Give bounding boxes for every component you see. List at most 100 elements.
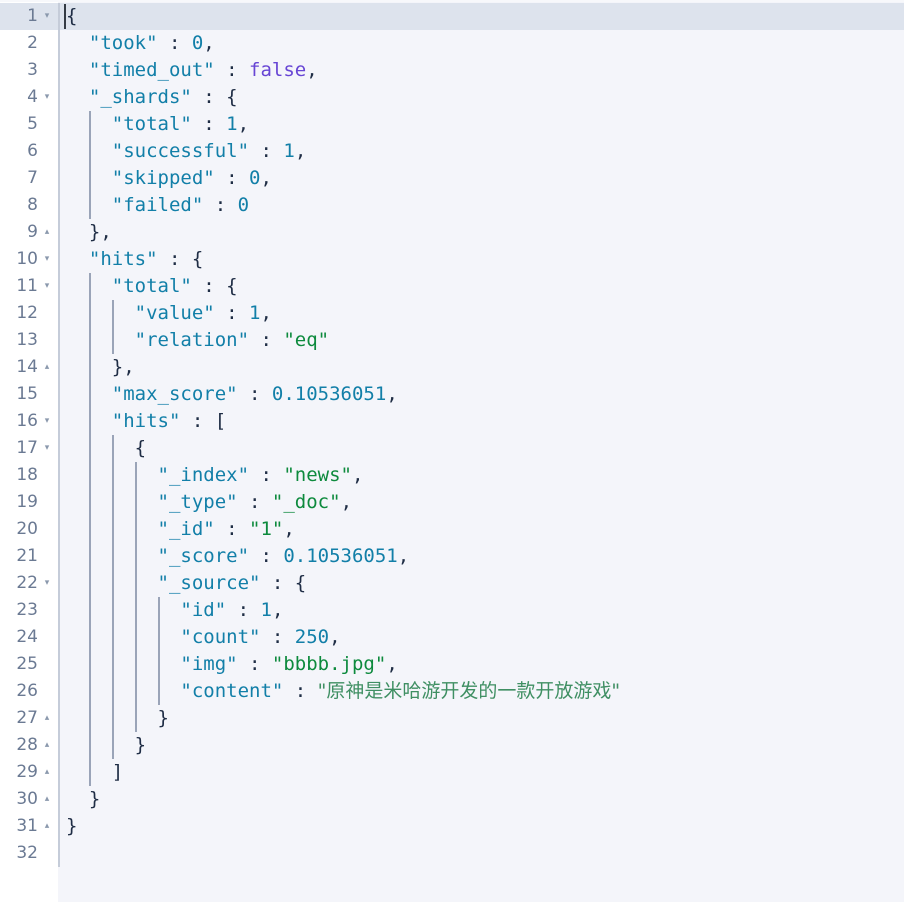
line-gutter: 32 bbox=[0, 840, 58, 867]
code-line[interactable]: 31 ▴} bbox=[0, 813, 904, 840]
fold-collapse-icon[interactable]: ▾ bbox=[40, 408, 54, 435]
line-text: }, bbox=[112, 354, 135, 381]
line-number: 17 bbox=[16, 438, 38, 458]
code-line[interactable]: 5 "total" : 1, bbox=[0, 111, 904, 138]
indent-guide bbox=[157, 651, 160, 678]
line-gutter: 29 ▴ bbox=[0, 759, 58, 786]
indent-guide bbox=[111, 570, 114, 597]
token-k: "count" bbox=[180, 626, 261, 648]
code-line[interactable]: 30 ▴} bbox=[0, 786, 904, 813]
indent-guide bbox=[88, 138, 91, 165]
line-text: } bbox=[158, 705, 169, 732]
token-p: , bbox=[294, 140, 307, 162]
line-number: 8 bbox=[27, 195, 38, 215]
indent-guide bbox=[88, 570, 91, 597]
token-p: , bbox=[260, 302, 272, 324]
code-line[interactable]: 14 ▴}, bbox=[0, 354, 904, 381]
token-p: : bbox=[191, 113, 227, 135]
line-text: "relation" : "eq" bbox=[135, 327, 329, 354]
line-text: "hits" : [ bbox=[112, 408, 226, 435]
gutter-separator bbox=[58, 57, 60, 84]
code-line[interactable]: 17 ▾ { bbox=[0, 435, 904, 462]
token-s: "bbbb.jpg" bbox=[271, 653, 387, 675]
code-line[interactable]: 15 "max_score" : 0.10536051, bbox=[0, 381, 904, 408]
fold-collapse-icon[interactable]: ▾ bbox=[40, 273, 54, 300]
code-line[interactable]: 25 "img" : "bbbb.jpg", bbox=[0, 651, 904, 678]
line-text: "total" : 1, bbox=[112, 111, 249, 138]
code-line[interactable]: 3 "timed_out" : false, bbox=[0, 57, 904, 84]
token-k: "timed_out" bbox=[88, 59, 215, 81]
token-p: } bbox=[134, 734, 147, 756]
gutter-separator bbox=[58, 462, 60, 489]
line-number: 7 bbox=[27, 168, 38, 188]
code-line[interactable]: 16 ▾ "hits" : [ bbox=[0, 408, 904, 435]
line-gutter: 28 ▴ bbox=[0, 732, 58, 759]
token-p: } bbox=[88, 788, 101, 810]
token-p: : bbox=[260, 626, 295, 648]
token-n: 1 bbox=[283, 140, 295, 162]
code-line[interactable]: 7 "skipped" : 0, bbox=[0, 165, 904, 192]
fold-collapse-icon[interactable]: ▾ bbox=[40, 84, 54, 111]
code-line[interactable]: 11 ▾ "total" : { bbox=[0, 273, 904, 300]
line-gutter: 7 bbox=[0, 165, 58, 192]
fold-expand-icon[interactable]: ▴ bbox=[40, 732, 54, 759]
fold-expand-icon[interactable]: ▴ bbox=[40, 759, 54, 786]
line-text: "total" : { bbox=[112, 273, 238, 300]
code-line[interactable]: 29 ▴] bbox=[0, 759, 904, 786]
code-line[interactable]: 24 "count" : 250, bbox=[0, 624, 904, 651]
code-line[interactable]: 32 bbox=[0, 840, 904, 867]
json-editor[interactable]: 1 ▾{2 "took" : 0, 3 "timed_out" : false, 4 ▾ "_… bbox=[0, 0, 904, 902]
line-number: 32 bbox=[16, 843, 38, 863]
code-line[interactable]: 23 "id" : 1, bbox=[0, 597, 904, 624]
line-text: "timed_out" : false, bbox=[89, 57, 318, 84]
fold-expand-icon[interactable]: ▴ bbox=[40, 354, 54, 381]
token-p: , bbox=[397, 545, 410, 567]
token-p: , bbox=[352, 464, 364, 486]
code-lines[interactable]: 1 ▾{2 "took" : 0, 3 "timed_out" : false, 4 ▾ "_… bbox=[0, 3, 904, 867]
gutter-separator bbox=[58, 3, 60, 30]
fold-collapse-icon[interactable]: ▾ bbox=[40, 435, 54, 462]
fold-expand-icon[interactable]: ▴ bbox=[40, 219, 54, 246]
code-line[interactable]: 10 ▾ "hits" : { bbox=[0, 246, 904, 273]
fold-expand-icon[interactable]: ▴ bbox=[40, 813, 54, 840]
code-line[interactable]: 18 "_index" : "news", bbox=[0, 462, 904, 489]
fold-collapse-icon[interactable]: ▾ bbox=[40, 570, 54, 597]
gutter-separator bbox=[58, 489, 60, 516]
code-line[interactable]: 2 "took" : 0, bbox=[0, 30, 904, 57]
line-text: } bbox=[66, 813, 77, 840]
gutter-separator bbox=[58, 327, 60, 354]
indent-guide bbox=[88, 354, 91, 381]
line-gutter: 20 bbox=[0, 516, 58, 543]
token-k: "max_score" bbox=[111, 383, 238, 405]
token-p: { bbox=[226, 275, 238, 297]
indent-guide bbox=[111, 462, 114, 489]
code-line[interactable]: 8 "failed" : 0 bbox=[0, 192, 904, 219]
token-p: , bbox=[237, 113, 250, 135]
code-line[interactable]: 13 "relation" : "eq" bbox=[0, 327, 904, 354]
code-line[interactable]: 26 "content" : "原神是米哈游开发的一款开放游戏" bbox=[0, 678, 904, 705]
code-line[interactable]: 1 ▾ { bbox=[0, 3, 904, 30]
code-line[interactable]: 12 "value" : 1, bbox=[0, 300, 904, 327]
code-line[interactable]: 21 "_score" : 0.10536051, bbox=[0, 543, 904, 570]
fold-expand-icon[interactable]: ▴ bbox=[40, 786, 54, 813]
indent-guide bbox=[111, 543, 114, 570]
fold-expand-icon[interactable]: ▴ bbox=[40, 705, 54, 732]
code-line[interactable]: 28 ▴} bbox=[0, 732, 904, 759]
code-line[interactable]: 9 ▴}, bbox=[0, 219, 904, 246]
code-line[interactable]: 4 ▾ "_shards" : { bbox=[0, 84, 904, 111]
code-line[interactable]: 19 "_type" : "_doc", bbox=[0, 489, 904, 516]
gutter-separator bbox=[58, 138, 60, 165]
token-k: "failed" bbox=[111, 194, 204, 216]
line-gutter: 22 ▾ bbox=[0, 570, 58, 597]
line-number: 4 bbox=[27, 87, 38, 107]
fold-collapse-icon[interactable]: ▾ bbox=[40, 246, 54, 273]
line-gutter: 23 bbox=[0, 597, 58, 624]
fold-collapse-icon[interactable]: ▾ bbox=[40, 3, 54, 30]
code-line[interactable]: 20 "_id" : "1", bbox=[0, 516, 904, 543]
code-line[interactable]: 27 ▴} bbox=[0, 705, 904, 732]
code-line[interactable]: 22 ▾ "_source" : { bbox=[0, 570, 904, 597]
token-p: , bbox=[386, 653, 398, 675]
code-line[interactable]: 6 "successful" : 1, bbox=[0, 138, 904, 165]
token-k: "_score" bbox=[157, 545, 250, 567]
line-text: } bbox=[135, 732, 146, 759]
